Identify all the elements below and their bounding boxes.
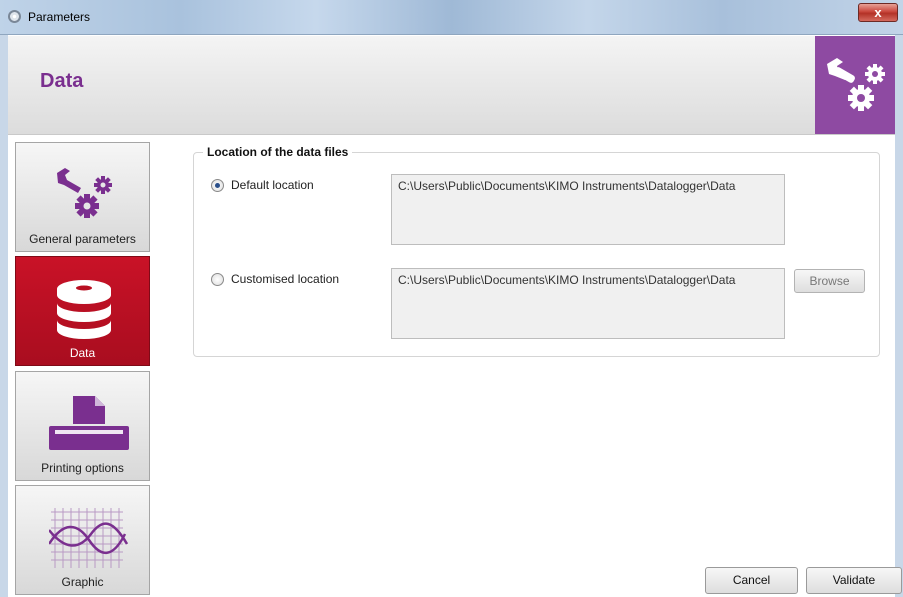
- database-icon: [57, 280, 111, 339]
- graph-icon: [49, 508, 129, 568]
- browse-button[interactable]: Browse: [794, 269, 865, 293]
- default-location-path: C:\Users\Public\Documents\KIMO Instrumen…: [391, 174, 785, 245]
- wrench-gears-icon: [57, 168, 112, 218]
- wrench-gears-icon: [827, 58, 885, 111]
- default-location-radio[interactable]: [211, 179, 224, 192]
- page-header: Data: [8, 36, 895, 135]
- page-title: Data: [40, 70, 84, 92]
- group-title: Location of the data files: [203, 145, 353, 159]
- app-icon: [8, 10, 21, 23]
- custom-location-path[interactable]: C:\Users\Public\Documents\KIMO Instrumen…: [391, 268, 785, 339]
- sidebar-item-label: Graphic: [61, 575, 104, 589]
- validate-button[interactable]: Validate: [806, 567, 902, 594]
- sidebar-item-printing-options[interactable]: Printing options: [15, 371, 150, 481]
- cancel-button[interactable]: Cancel: [705, 567, 798, 594]
- window-frame-left: [0, 35, 8, 597]
- header-badge: [815, 36, 895, 134]
- sidebar-item-data[interactable]: Data: [15, 256, 150, 366]
- sidebar-item-general-parameters[interactable]: General parameters: [15, 142, 150, 252]
- sidebar-item-graphic[interactable]: Graphic: [15, 485, 150, 595]
- sidebar-item-label: Printing options: [41, 461, 124, 475]
- custom-location-label[interactable]: Customised location: [231, 272, 339, 286]
- sidebar-item-label: Data: [69, 346, 96, 360]
- printer-icon: [49, 396, 129, 450]
- default-location-label[interactable]: Default location: [231, 178, 314, 192]
- sidebar-item-label: General parameters: [29, 232, 136, 246]
- window-frame-right: [895, 35, 903, 597]
- title-bar: Parameters x: [0, 0, 903, 35]
- close-button[interactable]: x: [858, 3, 898, 22]
- window-title: Parameters: [28, 10, 91, 24]
- custom-location-radio[interactable]: [211, 273, 224, 286]
